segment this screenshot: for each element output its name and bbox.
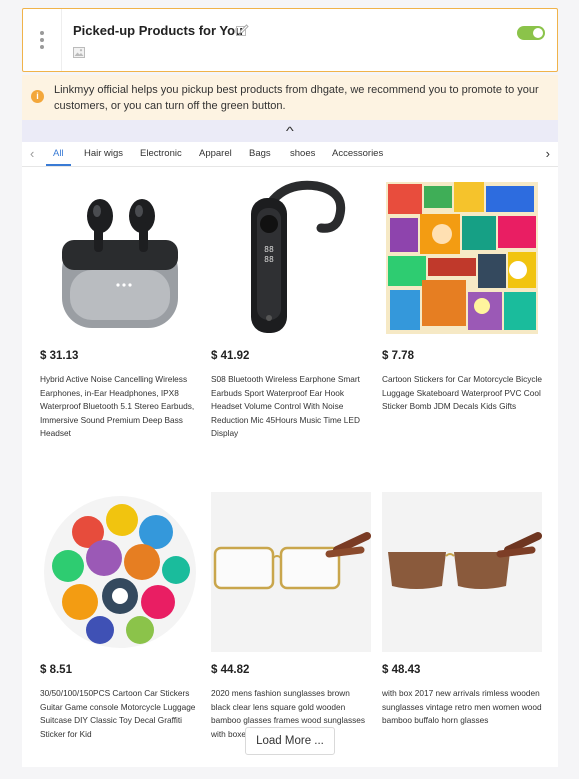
product-card[interactable]: 88 88 $ 41.92 S08 Bluetooth Wireless Ear… [211,178,371,438]
enable-toggle[interactable] [517,26,545,40]
chevron-left-icon[interactable]: ‹ [30,146,34,161]
product-image-sticker-square[interactable] [382,178,542,338]
tab-electronic[interactable]: Electronic [140,148,182,159]
info-icon: i [31,90,44,103]
product-image-ear-hook-headset[interactable]: 88 88 [211,178,371,338]
product-image-earbuds[interactable] [40,178,200,338]
product-card[interactable]: $ 7.78 Cartoon Stickers for Car Motorcyc… [382,178,542,411]
tab-accessories[interactable]: Accessories [332,148,383,159]
product-card[interactable]: $ 44.82 2020 mens fashion sunglasses bro… [211,492,371,739]
active-tab-indicator [46,164,71,166]
product-image-sticker-circle[interactable] [40,492,200,652]
tab-shoes[interactable]: shoes [290,148,315,159]
product-price: $ 31.13 [40,350,79,362]
tab-apparel[interactable]: Apparel [199,148,232,159]
drag-handle[interactable] [23,9,62,71]
chevron-right-icon[interactable]: › [546,146,550,161]
product-price: $ 7.78 [382,350,414,362]
tab-hair-wigs[interactable]: Hair wigs [84,148,123,159]
product-price: $ 8.51 [40,664,72,676]
product-image-clear-glasses[interactable] [211,492,371,652]
product-name[interactable]: 30/50/100/150PCS Cartoon Car Stickers Gu… [40,687,200,741]
svg-text:88: 88 [264,255,274,264]
svg-text:88: 88 [264,245,274,254]
product-card[interactable]: $ 8.51 30/50/100/150PCS Cartoon Car Stic… [40,492,200,739]
product-name[interactable]: Cartoon Stickers for Car Motorcycle Bicy… [382,373,542,414]
load-more-button[interactable]: Load More ... [245,727,335,755]
product-price: $ 44.82 [211,664,250,676]
edit-icon[interactable] [235,24,249,38]
product-price: $ 41.92 [211,350,250,362]
chevron-up-icon: ^ [286,124,294,138]
product-card[interactable]: $ 48.43 with box 2017 new arrivals rimle… [382,492,542,725]
product-panel: ‹ All Hair wigs Electronic Apparel Bags … [22,142,558,767]
product-name[interactable]: S08 Bluetooth Wireless Earphone Smart Ea… [211,373,371,441]
collapse-toggle[interactable]: ^ [22,120,558,142]
section-title: Picked-up Products for You [73,23,243,38]
image-icon[interactable] [73,47,85,58]
tab-all[interactable]: All [53,148,64,159]
info-notice: i Linkmyy official helps you pickup best… [22,75,558,120]
section-card: Picked-up Products for You [22,8,558,72]
product-name[interactable]: with box 2017 new arrivals rimless woode… [382,687,542,728]
product-price: $ 48.43 [382,664,421,676]
product-card[interactable]: $ 31.13 Hybrid Active Noise Cancelling W… [40,178,200,438]
category-tabs: ‹ All Hair wigs Electronic Apparel Bags … [22,142,558,167]
product-name[interactable]: Hybrid Active Noise Cancelling Wireless … [40,373,200,441]
notice-text: Linkmyy official helps you pickup best p… [54,84,539,112]
product-image-brown-sunglasses[interactable] [382,492,542,652]
tab-bags[interactable]: Bags [249,148,271,159]
